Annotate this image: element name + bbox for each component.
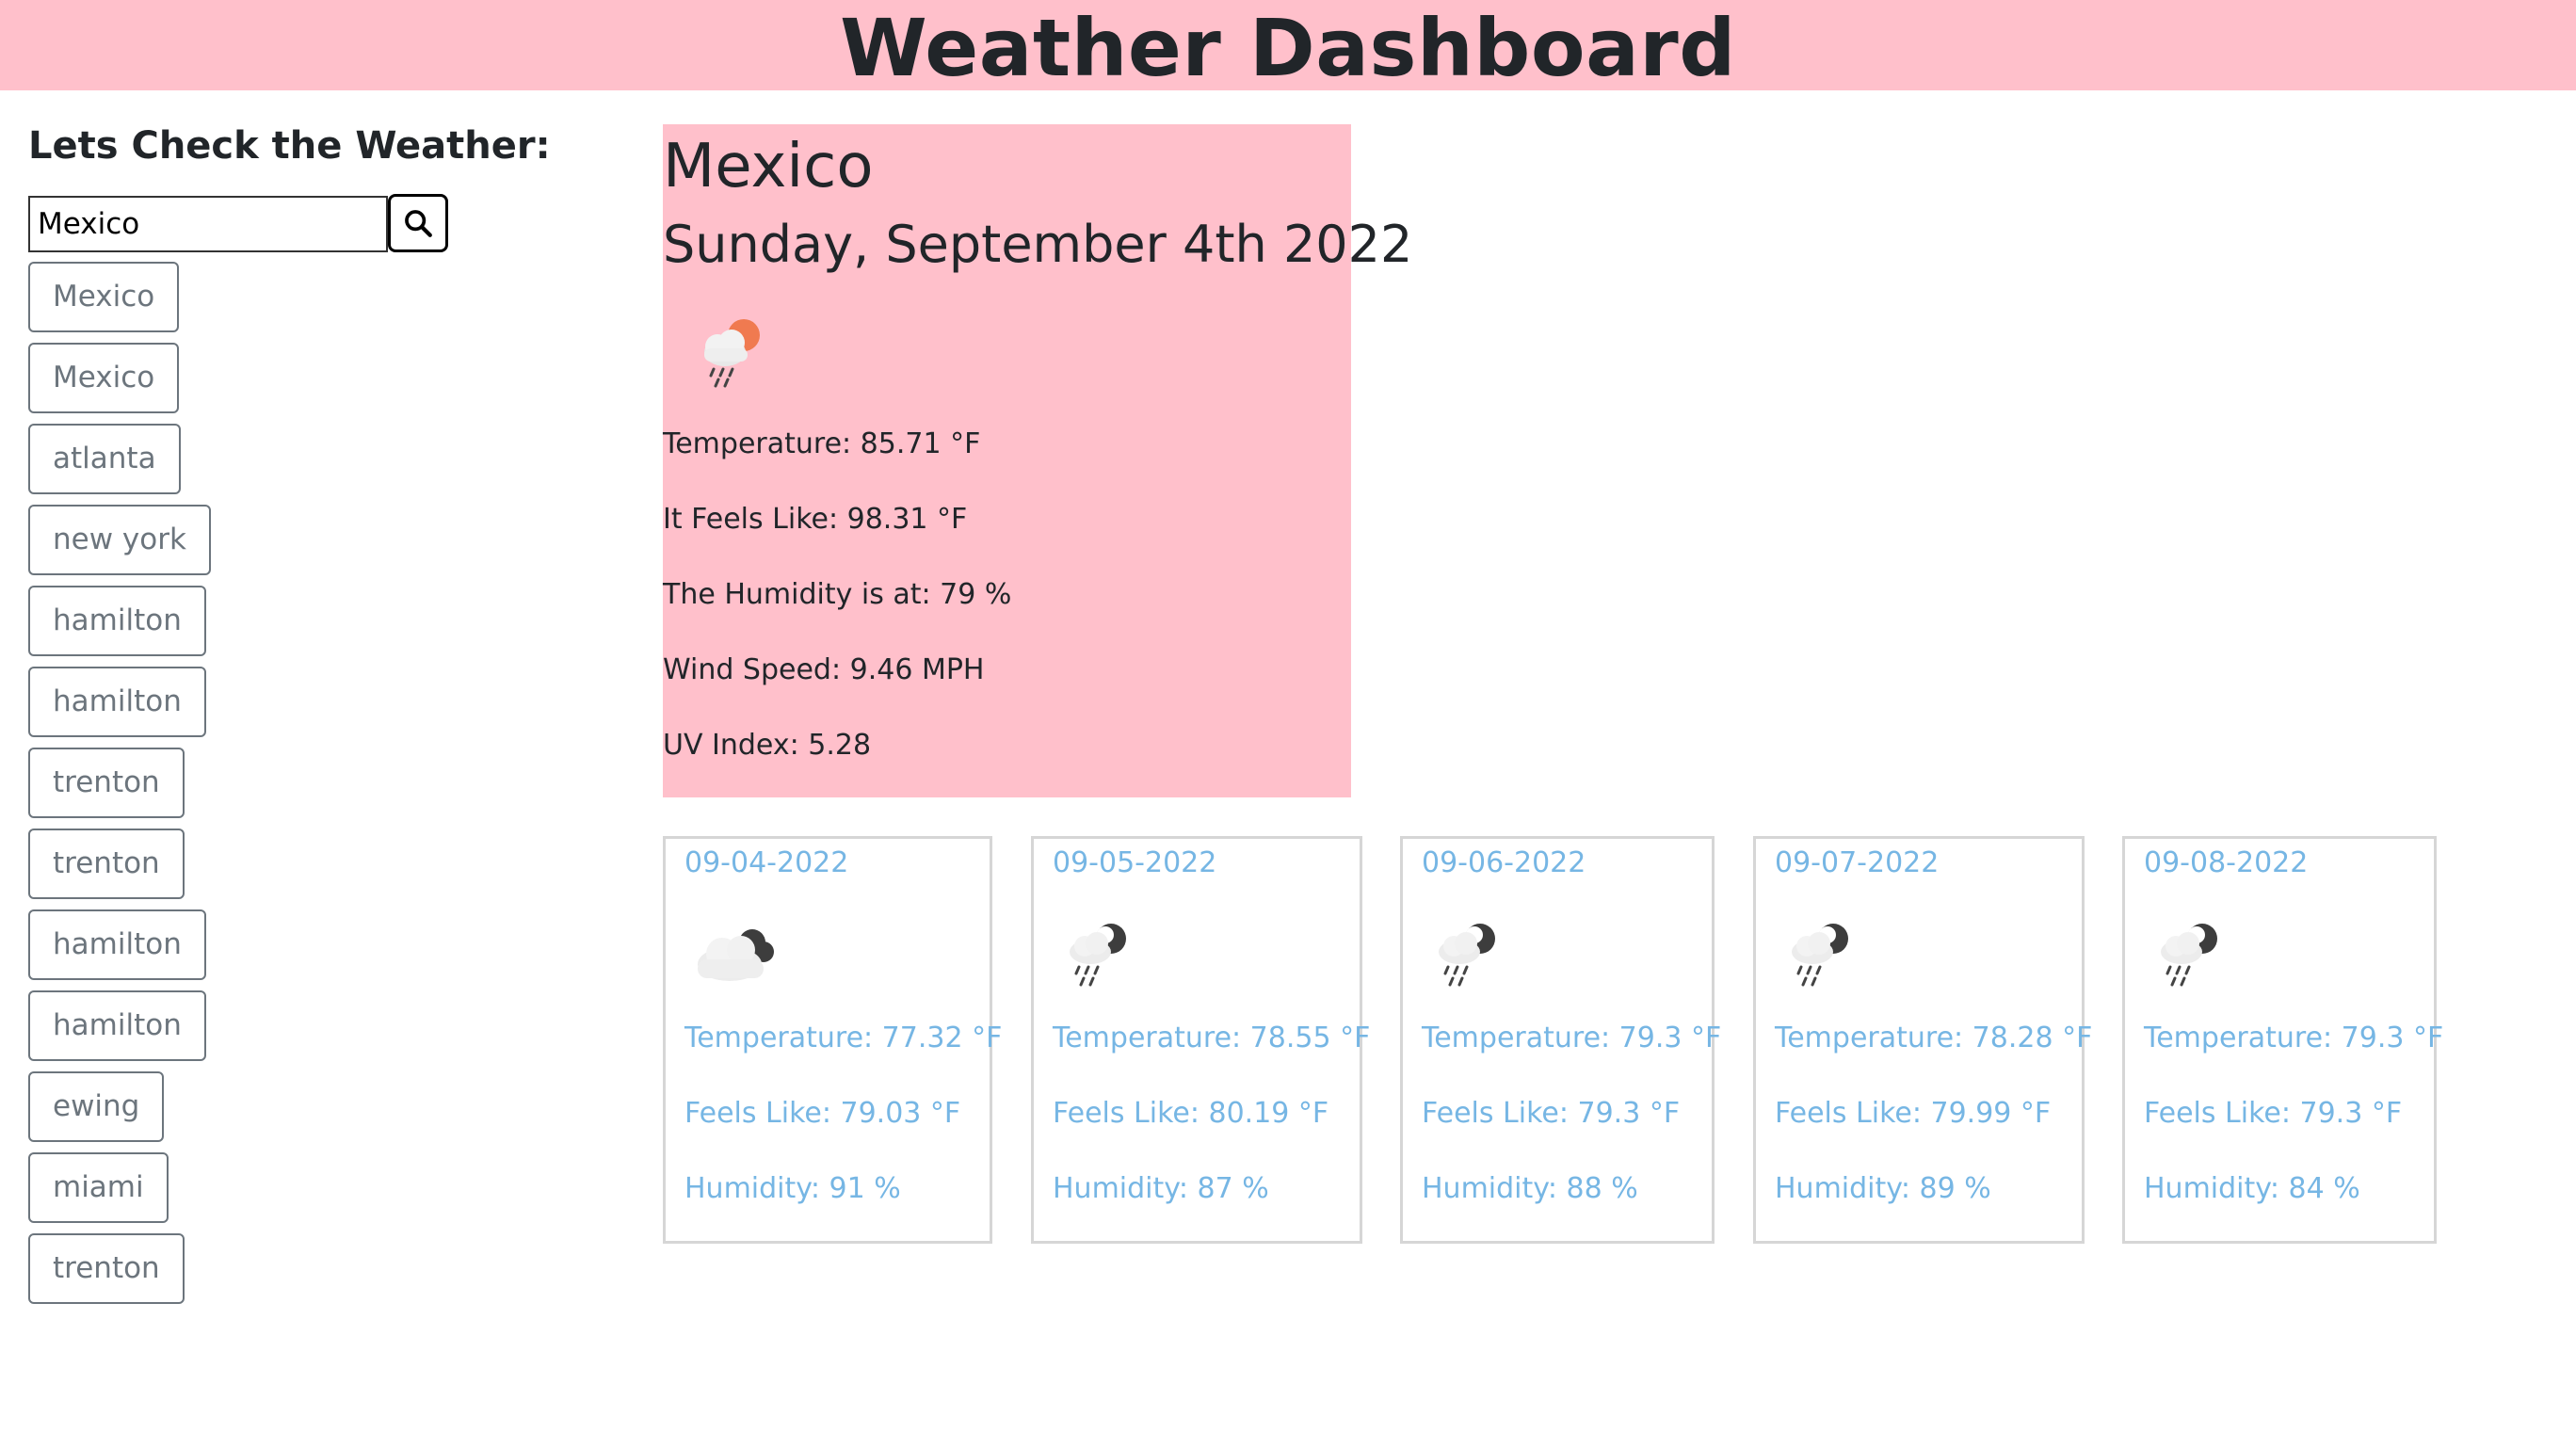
forecast-feels-like: Feels Like: 79.03 °F	[684, 1097, 961, 1130]
forecast-feels-like: Feels Like: 79.3 °F	[1422, 1097, 1681, 1130]
current-temperature: Temperature: 85.71 °F	[663, 427, 981, 460]
history-button[interactable]: ewing	[28, 1071, 165, 1142]
history-button[interactable]: new york	[28, 505, 211, 575]
rain-night-icon	[1792, 924, 1848, 987]
history-button[interactable]: trenton	[28, 1233, 185, 1304]
current-uv-index: UV Index: 5.28	[663, 729, 872, 762]
search-icon	[405, 210, 432, 237]
forecast-temperature: Temperature: 78.28 °F	[1775, 1022, 2093, 1054]
rain-sun-icon	[704, 319, 760, 388]
forecast-humidity: Humidity: 89 %	[1775, 1172, 1991, 1205]
current-feels-like: It Feels Like: 98.31 °F	[663, 503, 968, 536]
history-button[interactable]: Mexico	[28, 343, 180, 413]
history-button[interactable]: atlanta	[28, 424, 181, 494]
forecast-temperature: Temperature: 79.3 °F	[1422, 1022, 1722, 1054]
forecast-temperature: Temperature: 77.32 °F	[684, 1022, 1003, 1054]
history-button[interactable]: Mexico	[28, 262, 180, 332]
forecast-card: 09-04-2022 Temperature: 77.32 °F Feels L…	[663, 836, 1002, 1244]
forecast-feels-like: Feels Like: 79.99 °F	[1775, 1097, 2052, 1130]
forecast-humidity: Humidity: 91 %	[684, 1172, 901, 1205]
header-bar: Weather Dashboard	[0, 0, 2576, 94]
forecast-humidity: Humidity: 84 %	[2144, 1172, 2360, 1205]
forecast-temperature: Temperature: 78.55 °F	[1053, 1022, 1371, 1054]
forecast-card: 09-07-2022 Temperature: 78.28 °F Feels L…	[1753, 836, 2092, 1244]
forecast-humidity: Humidity: 88 %	[1422, 1172, 1638, 1205]
rain-night-icon	[2161, 924, 2217, 987]
page-title: Weather Dashboard	[840, 2, 1736, 94]
history-button[interactable]: miami	[28, 1152, 169, 1223]
current-humidity: The Humidity is at: 79 %	[663, 578, 1012, 611]
forecast-date: 09-07-2022	[1775, 846, 1940, 879]
history-button[interactable]: trenton	[28, 748, 185, 818]
current-date: Sunday, September 4th 2022	[663, 215, 1413, 274]
history-button[interactable]: hamilton	[28, 909, 206, 980]
history-button[interactable]: trenton	[28, 829, 185, 899]
forecast-temperature: Temperature: 79.3 °F	[2144, 1022, 2444, 1054]
history-button[interactable]: hamilton	[28, 586, 206, 656]
cloudy-night-icon	[698, 929, 774, 981]
forecast-feels-like: Feels Like: 79.3 °F	[2144, 1097, 2403, 1130]
search-button[interactable]	[388, 194, 448, 252]
rain-night-icon	[1070, 924, 1126, 987]
forecast-humidity: Humidity: 87 %	[1053, 1172, 1269, 1205]
forecast-feels-like: Feels Like: 80.19 °F	[1053, 1097, 1329, 1130]
history-button[interactable]: hamilton	[28, 990, 206, 1061]
rain-night-icon	[1439, 924, 1495, 987]
forecast-date: 09-06-2022	[1422, 846, 1586, 879]
search-input[interactable]	[28, 196, 388, 252]
forecast-date: 09-05-2022	[1053, 846, 1217, 879]
forecast-date: 09-08-2022	[2144, 846, 2309, 879]
sidebar-title: Lets Check the Weather:	[28, 124, 551, 168]
forecast-card: 09-05-2022 Temperature: 78.55 °F Feels L…	[1031, 836, 1370, 1244]
current-weather-panel: Mexico Sunday, September 4th 2022 Temper…	[663, 124, 1412, 797]
forecast-card: 09-08-2022 Temperature: 79.3 °F Feels Li…	[2122, 836, 2443, 1244]
current-city: Mexico	[663, 132, 874, 201]
current-wind-speed: Wind Speed: 9.46 MPH	[663, 653, 985, 686]
history-button[interactable]: hamilton	[28, 667, 206, 737]
forecast-date: 09-04-2022	[684, 846, 849, 879]
search-history-list: Mexico Mexico atlanta new york hamilton …	[28, 262, 311, 1314]
forecast-card: 09-06-2022 Temperature: 79.3 °F Feels Li…	[1400, 836, 1721, 1244]
